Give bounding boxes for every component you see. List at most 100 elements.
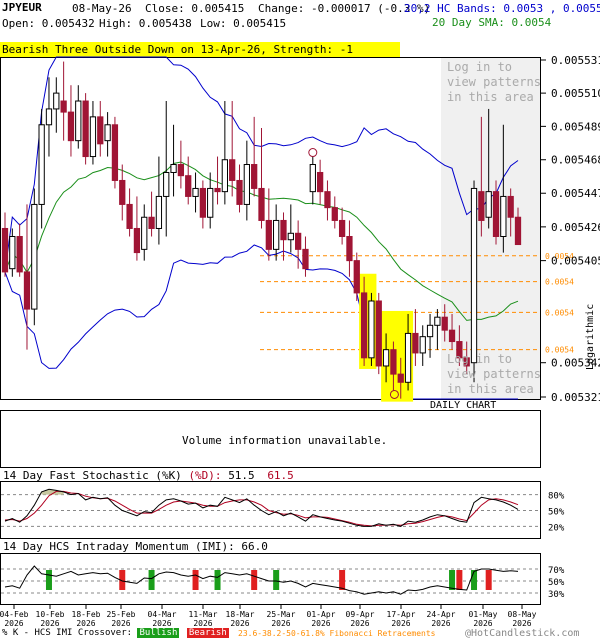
imi-title: 14 Day HCS Intraday Momentum (IMI): 66.0 <box>3 540 268 553</box>
candle-body <box>16 236 23 273</box>
candle-body <box>258 187 265 221</box>
candle-body <box>346 236 353 262</box>
imi-bull-bar <box>273 570 280 590</box>
candle-body <box>375 300 382 367</box>
imi-bear-bar <box>339 570 346 590</box>
candle-body <box>53 92 60 110</box>
candle-body <box>368 300 375 359</box>
candle-body <box>441 316 448 331</box>
date-year-label: 2026 <box>152 619 171 628</box>
fib-label: 0.0054 <box>545 278 574 287</box>
candle-body <box>324 191 331 209</box>
date-label: 01-Apr <box>307 610 336 619</box>
date-label: 01-May <box>469 610 498 619</box>
candle-body <box>485 191 492 218</box>
candle-body <box>60 100 67 113</box>
candle-body <box>295 232 302 250</box>
candle-body <box>331 207 338 221</box>
date-year-label: 2026 <box>111 619 130 628</box>
fib-label: 0.0054 <box>545 308 574 317</box>
candle-body <box>265 219 272 250</box>
login-zone <box>441 58 540 399</box>
fib-legend: 23.6-38.2-50-61.8% Fibonacci Retracement… <box>238 629 436 638</box>
candle-body <box>67 111 75 142</box>
candle-body <box>97 116 104 145</box>
candle-body <box>45 108 53 126</box>
candle-body <box>316 171 324 193</box>
date-year-label: 2026 <box>271 619 290 628</box>
stoch-level-label: 20% <box>548 523 565 533</box>
candle-body <box>236 179 243 205</box>
date-year-label: 2026 <box>391 619 410 628</box>
date-label: 11-Mar <box>189 610 218 619</box>
imi-bear-bar <box>251 570 258 590</box>
date-year-label: 2026 <box>512 619 531 628</box>
date-year-label: 2026 <box>350 619 369 628</box>
login-note-top: Log in to view patterns in this area <box>447 60 541 104</box>
imi-bull-bar <box>45 570 52 590</box>
price-tick-label: 0.005426 <box>551 221 600 234</box>
pattern-marker-circle <box>308 148 318 158</box>
candle-body <box>426 324 434 338</box>
candle-body <box>273 219 280 250</box>
candle-body <box>111 124 119 181</box>
date-label: 25-Mar <box>267 610 296 619</box>
date-year-label: 2026 <box>230 619 249 628</box>
candle-body <box>302 248 309 270</box>
candle-body <box>89 116 97 158</box>
stoch-lines: 80% 50% 20% <box>1 488 565 533</box>
date-label: 10-Feb <box>36 610 65 619</box>
date-year-label: 2026 <box>193 619 212 628</box>
date-year-label: 2026 <box>4 619 23 628</box>
candle-body <box>163 171 170 197</box>
date-year-label: 2026 <box>311 619 330 628</box>
footer-legend: % K - HCS IMI Crossover: Bullish Bearish <box>2 628 229 638</box>
candle-body <box>9 236 16 270</box>
stoch-level-label: 80% <box>548 492 565 502</box>
candle-body <box>192 187 199 197</box>
candle-body <box>404 332 412 383</box>
date-label: 24-Apr <box>427 610 456 619</box>
fib-label: 0.0054 <box>545 346 574 355</box>
candle-body <box>229 159 236 181</box>
imi-bear-bar <box>192 570 199 590</box>
candle-body <box>177 164 185 177</box>
candle-body <box>470 187 478 364</box>
login-note-bottom: Log in to view patterns in this area <box>447 352 541 396</box>
imi-bull-bar <box>471 570 478 590</box>
stoch-level-label: 50% <box>548 508 565 518</box>
imi-bear-bar <box>485 570 492 590</box>
date-label: 18-Mar <box>226 610 255 619</box>
candle-body <box>514 216 522 246</box>
candle-body <box>448 329 456 343</box>
date-label: 17-Apr <box>387 610 416 619</box>
date-label: 18-Feb <box>72 610 101 619</box>
candle-body <box>207 187 214 218</box>
candle-body <box>75 100 82 142</box>
candle-body <box>353 260 360 294</box>
imi-bear-bar <box>456 570 463 590</box>
candle-body <box>382 349 390 367</box>
imi-bull-bar <box>148 570 155 590</box>
volume-unavailable: Volume information unavailable. <box>182 434 388 447</box>
copyright: @HotCandlestick.com <box>465 628 580 639</box>
candle-body <box>214 187 221 193</box>
imi-bull-bar <box>214 570 221 590</box>
date-axis: 04-Feb202610-Feb202618-Feb202625-Feb2026… <box>0 605 537 628</box>
candle-body <box>280 219 287 241</box>
candle-body <box>390 349 397 375</box>
candle-body <box>38 124 45 205</box>
imi-line <box>4 565 519 595</box>
candle-body <box>397 373 404 383</box>
price-tick-label: 0.005489 <box>551 120 600 133</box>
imi-bull-bar <box>449 570 456 590</box>
date-year-label: 2026 <box>40 619 59 628</box>
date-year-label: 2026 <box>431 619 450 628</box>
candle-body <box>199 187 207 218</box>
candle-body <box>170 164 177 173</box>
candle-body <box>412 332 419 354</box>
date-label: 04-Feb <box>0 610 29 619</box>
candle-body <box>434 316 441 326</box>
bearish-key: Bearish <box>186 628 229 638</box>
candle-body <box>360 292 368 359</box>
